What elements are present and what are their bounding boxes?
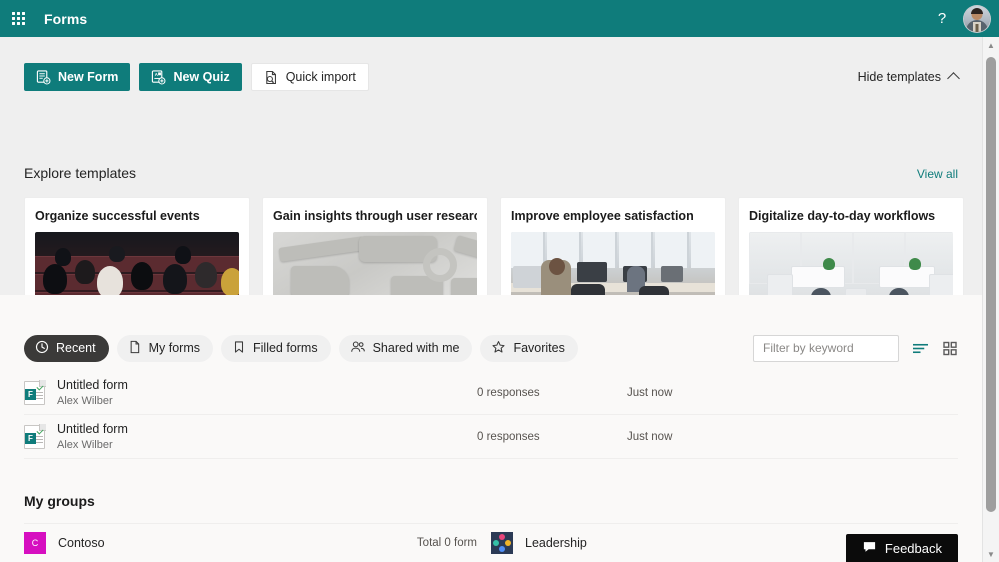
row-icon-cell: F	[24, 379, 57, 405]
forms-table: F Untitled form Alex Wilber 0 responses …	[24, 371, 958, 459]
table-row[interactable]: F Untitled form Alex Wilber 0 responses …	[24, 415, 958, 459]
form-owner: Alex Wilber	[57, 438, 113, 451]
new-quiz-icon: A	[151, 69, 166, 85]
new-quiz-label: New Quiz	[173, 70, 230, 84]
explore-templates-header: Explore templates View all	[24, 165, 958, 181]
row-icon-cell: F	[24, 423, 57, 449]
template-card-title: Organize successful events	[35, 209, 200, 223]
app-title: Forms	[44, 10, 88, 27]
row-title-cell: Untitled form Alex Wilber	[57, 422, 477, 452]
tab-recent[interactable]: Recent	[24, 334, 109, 362]
group-name: Contoso	[58, 535, 105, 550]
tab-favorites-label: Favorites	[513, 341, 565, 355]
feedback-icon	[862, 540, 877, 557]
suite-header-actions: ?	[927, 4, 999, 34]
m365-group-icon	[491, 531, 513, 554]
scroll-up-arrow[interactable]: ▲	[983, 37, 999, 53]
form-file-icon: F	[24, 423, 46, 449]
feedback-button[interactable]: Feedback	[845, 534, 958, 562]
app-launcher-button[interactable]	[0, 0, 36, 37]
tab-my-forms[interactable]: My forms	[116, 334, 213, 362]
form-owner: Alex Wilber	[57, 394, 113, 407]
my-groups-title: My groups	[24, 493, 95, 509]
create-toolbar: New Form A New Quiz Quick import Hide te…	[24, 62, 960, 92]
form-responses: 0 responses	[477, 430, 540, 443]
form-modified: Just now	[627, 386, 673, 399]
group-icon-cell	[491, 531, 525, 554]
view-all-link[interactable]: View all	[917, 167, 958, 181]
tab-shared-with-me-label: Shared with me	[372, 341, 460, 355]
svg-text:A: A	[155, 72, 158, 77]
list-view-controls	[753, 334, 958, 362]
document-icon	[128, 340, 142, 357]
quick-import-button[interactable]: Quick import	[250, 63, 369, 91]
quick-import-label: Quick import	[285, 70, 356, 84]
waffle-icon	[11, 12, 25, 25]
chevron-up-icon	[947, 72, 960, 85]
bookmark-icon	[232, 340, 246, 357]
search-input[interactable]	[753, 334, 899, 362]
new-form-button[interactable]: New Form	[24, 63, 131, 91]
new-form-label: New Form	[58, 70, 119, 84]
page-scrollbar[interactable]: ▲ ▼	[982, 37, 999, 562]
tab-my-forms-label: My forms	[148, 341, 200, 355]
filter-tabs: Recent My forms Filled forms Shared with…	[24, 334, 958, 362]
grid-view-icon[interactable]	[942, 341, 958, 356]
forms-app: Forms ? New Form A New Quiz Quick import…	[0, 0, 999, 562]
groups-list: C Contoso Total 0 form Leadership	[24, 523, 958, 561]
form-modified: Just now	[627, 430, 673, 443]
group-initial-icon: C	[24, 531, 46, 554]
forms-list-section: Recent My forms Filled forms Shared with…	[0, 295, 982, 562]
tab-filled-forms-label: Filled forms	[253, 341, 318, 355]
group-icon-cell: C	[24, 531, 58, 554]
templates-section: New Form A New Quiz Quick import Hide te…	[0, 37, 982, 317]
tab-favorites[interactable]: Favorites	[480, 334, 578, 362]
new-form-icon	[36, 69, 51, 85]
form-responses: 0 responses	[477, 386, 540, 399]
tab-recent-label: Recent	[56, 341, 96, 355]
help-icon[interactable]: ?	[927, 4, 957, 34]
avatar[interactable]	[963, 4, 991, 33]
form-file-icon: F	[24, 379, 46, 405]
star-icon	[491, 340, 506, 357]
suite-header: Forms ?	[0, 0, 999, 37]
row-title-cell: Untitled form Alex Wilber	[57, 378, 477, 408]
page-title: Explore templates	[24, 165, 137, 181]
group-name: Leadership	[525, 535, 587, 550]
tab-shared-with-me[interactable]: Shared with me	[338, 334, 473, 362]
tab-filled-forms[interactable]: Filled forms	[221, 334, 331, 362]
scroll-down-arrow[interactable]: ▼	[983, 546, 999, 562]
new-quiz-button[interactable]: A New Quiz	[139, 63, 242, 91]
form-title: Untitled form	[57, 421, 128, 436]
feedback-label: Feedback	[884, 540, 942, 556]
template-card-title: Gain insights through user research	[273, 209, 477, 223]
table-row[interactable]: F Untitled form Alex Wilber 0 responses …	[24, 371, 958, 415]
people-icon	[350, 340, 366, 357]
group-item-contoso[interactable]: C Contoso Total 0 form	[24, 523, 491, 561]
template-card-title: Improve employee satisfaction	[511, 209, 694, 223]
list-view-icon[interactable]	[911, 341, 930, 356]
template-card-title: Digitalize day-to-day workflows	[749, 209, 936, 223]
group-column-left: C Contoso Total 0 form	[24, 523, 491, 561]
hide-templates-button[interactable]: Hide templates	[857, 70, 960, 85]
scrollbar-thumb[interactable]	[986, 57, 996, 512]
quick-import-icon	[264, 70, 279, 85]
group-total: Total 0 form	[416, 536, 477, 549]
clock-icon	[35, 340, 49, 357]
form-title: Untitled form	[57, 377, 128, 392]
hide-templates-label: Hide templates	[857, 70, 941, 84]
